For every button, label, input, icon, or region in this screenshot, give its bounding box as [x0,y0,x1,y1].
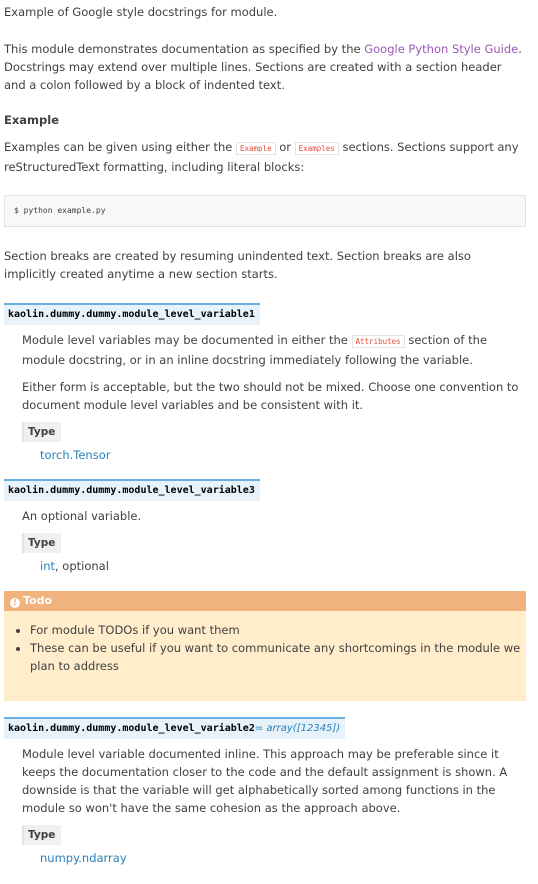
exclamation-icon: ! [10,598,20,608]
variable3-signature[interactable]: kaolin.dummy.dummy.module_level_variable… [4,479,260,501]
todo-item: For module TODOs if you want them [30,621,526,639]
type-label: Type [22,825,62,845]
module-summary: Example of Google style docstrings for m… [4,5,278,19]
torch-tensor-link[interactable]: torch.Tensor [40,448,110,462]
todo-title: ! Todo [4,591,526,611]
variable2-default-value: = array([12345]) [254,723,341,734]
variable2-fields: Type numpy.ndarray [22,825,526,867]
todo-item: These can be useful if you want to commu… [30,639,526,675]
examples-literal: Examples [294,142,339,155]
attributes-literal: Attributes [351,335,405,348]
code-block: $ python example.py [4,195,526,227]
variable1-entry: kaolin.dummy.dummy.module_level_variable… [4,303,526,464]
type-label: Type [22,422,62,442]
todo-admonition: !Todo For module TODOs if you want them … [4,591,526,701]
variable1-signature[interactable]: kaolin.dummy.dummy.module_level_variable… [4,303,260,325]
variable1-description: Module level variables may be documented… [22,333,488,367]
document-body: Example of Google style docstrings for m… [0,3,538,867]
example-description: Examples can be given using either the E… [4,140,519,174]
variable3-entry: kaolin.dummy.dummy.module_level_variable… [4,479,526,575]
type-label: Type [22,533,62,553]
variable2-description: Module level variable documented inline.… [22,747,508,815]
variable3-fields: Type int, optional [22,533,526,575]
example-heading: Example [4,113,59,127]
variable2-signature[interactable]: kaolin.dummy.dummy.module_level_variable… [4,717,346,739]
variable2-entry: kaolin.dummy.dummy.module_level_variable… [4,717,526,867]
example-literal: Example [235,142,276,155]
variable1-fields: Type torch.Tensor [22,422,526,464]
variable3-description: An optional variable. [22,509,142,523]
variable1-description-2: Either form is acceptable, but the two s… [22,380,519,412]
numpy-ndarray-link[interactable]: numpy.ndarray [40,851,127,865]
todo-list: For module TODOs if you want them These … [4,611,526,675]
module-description: This module demonstrates documentation a… [4,42,522,92]
style-guide-link[interactable]: Google Python Style Guide [364,42,518,56]
int-link[interactable]: int [40,559,55,573]
section-breaks-paragraph: Section breaks are created by resuming u… [4,249,471,281]
